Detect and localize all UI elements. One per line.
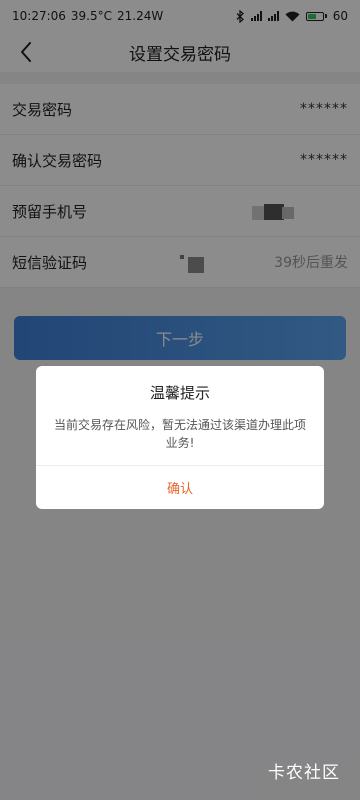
dialog-confirm-button[interactable]: 确认 (36, 466, 324, 509)
alert-dialog: 温馨提示 当前交易存在风险，暂无法通过该渠道办理此项业务! 确认 (36, 366, 324, 509)
dialog-message: 当前交易存在风险，暂无法通过该渠道办理此项业务! (54, 418, 307, 450)
watermark: 卡农社区 (268, 763, 340, 783)
dialog-title: 温馨提示 (149, 384, 210, 402)
